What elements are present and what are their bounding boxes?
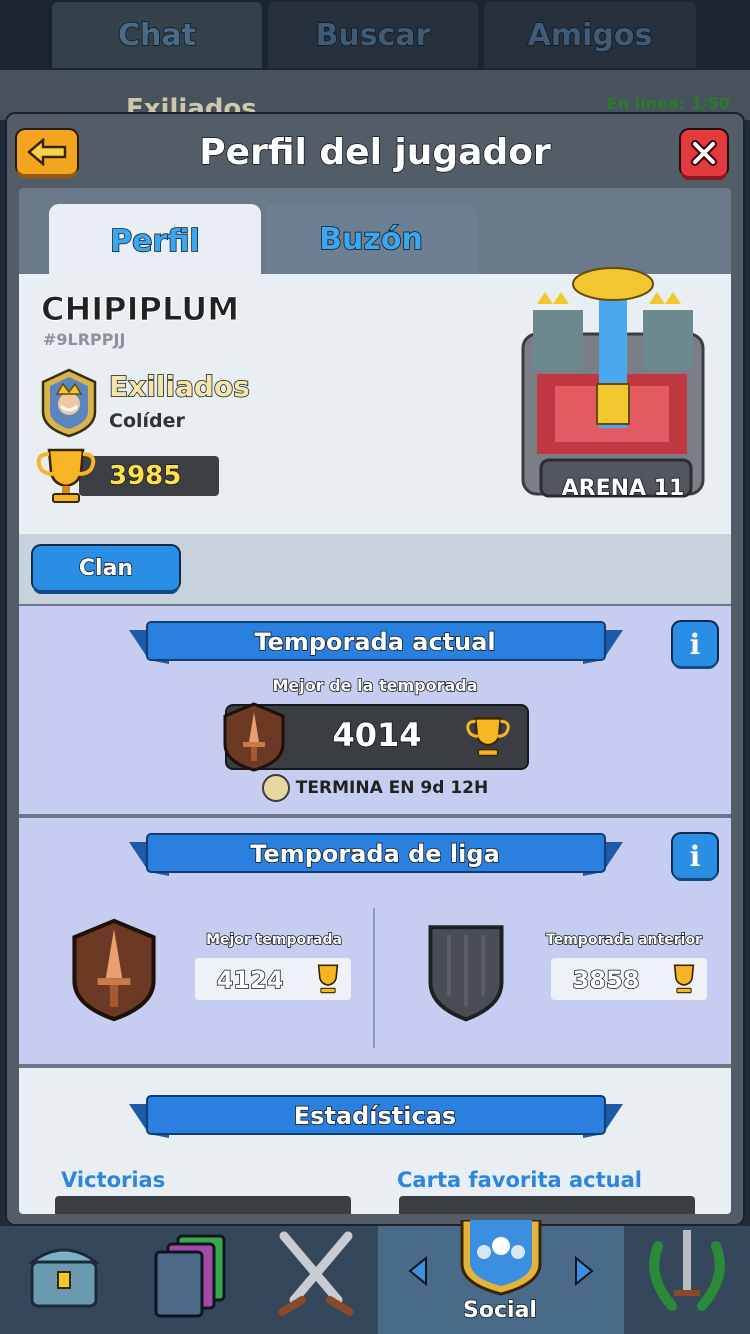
- arena-label: ARENA 11: [561, 475, 685, 502]
- player-profile-dialog: Perfil del jugador Perfil Buzón CHIPIPLU…: [5, 112, 745, 1226]
- league-divider: [373, 908, 375, 1048]
- stats-title: Estadísticas: [293, 1101, 457, 1131]
- info-icon: i: [689, 839, 701, 873]
- nav-shop[interactable]: [0, 1226, 128, 1334]
- dialog-title: Perfil del jugador: [199, 131, 552, 174]
- clan-button[interactable]: Clan: [33, 546, 179, 590]
- league-title: Temporada de liga: [249, 839, 500, 869]
- league-prev-value: 3858: [572, 965, 640, 995]
- league-prev-label: Temporada anterior: [545, 931, 702, 949]
- victorias-bar: [55, 1196, 351, 1214]
- close-button[interactable]: [681, 130, 727, 176]
- nav-cards[interactable]: [126, 1226, 254, 1334]
- trophy-icon: [36, 448, 96, 503]
- nav-battle[interactable]: [252, 1226, 380, 1334]
- online-count: En línea: 1/50: [606, 94, 730, 113]
- clan-name[interactable]: Exiliados: [108, 369, 250, 404]
- top-tab-bar: Chat Buscar Amigos: [0, 0, 750, 70]
- clock-icon: [261, 774, 290, 802]
- empty-league-badge-icon: [428, 925, 504, 1022]
- profile-card: CHIPIPLUM #9LRPPJJ Exiliados Colíder 398…: [19, 267, 731, 534]
- season-best-label: Mejor de la temporada: [272, 675, 479, 696]
- player-tag: #9LRPPJJ: [43, 330, 126, 349]
- trophy-count: 3985: [79, 456, 219, 496]
- clan-role: Colíder: [109, 410, 185, 432]
- arena-image: [521, 267, 705, 498]
- trophy-icon: [317, 964, 339, 994]
- tab-buscar[interactable]: Buscar: [268, 2, 478, 68]
- season-info-button[interactable]: i: [673, 622, 717, 666]
- fav-card-label: Carta favorita actual: [397, 1168, 642, 1192]
- season-ends-text: TERMINA EN 9d 12H: [295, 778, 489, 798]
- tab-perfil[interactable]: Perfil: [49, 204, 261, 278]
- nav-social-label: Social: [462, 1297, 537, 1324]
- trophy-icon: [673, 964, 695, 994]
- league-prev-box: 3858: [551, 958, 707, 1000]
- crossed-swords-icon: [278, 1231, 354, 1316]
- tab-amigos[interactable]: Amigos: [484, 2, 696, 68]
- right-arrow-icon: [575, 1256, 594, 1286]
- clan-badge-icon[interactable]: [39, 368, 99, 438]
- fav-card-bar: [399, 1196, 695, 1214]
- victorias-label: Victorias: [61, 1168, 166, 1192]
- sword-badge-icon: [72, 918, 156, 1022]
- nav-tournaments[interactable]: [624, 1226, 750, 1334]
- chest-icon: [27, 1248, 101, 1308]
- laurel-sword-icon: [649, 1230, 725, 1311]
- bottom-nav: Social: [0, 1220, 750, 1334]
- social-icon: [460, 1220, 542, 1296]
- league-best-label: Mejor temporada: [205, 931, 342, 949]
- league-info-button[interactable]: i: [673, 834, 717, 878]
- close-icon: [691, 140, 717, 166]
- league-season-section: Temporada de liga i Mejor temporada 4124: [19, 818, 731, 1064]
- season-best-box: 4014: [223, 702, 527, 772]
- league-best-box: 4124: [195, 958, 351, 1000]
- league-best-value: 4124: [216, 965, 284, 995]
- tab-buzon[interactable]: Buzón: [265, 204, 477, 274]
- current-season-section: Temporada actual i Mejor de la temporada…: [19, 606, 731, 814]
- info-icon: i: [689, 627, 701, 661]
- season-title: Temporada actual: [254, 627, 497, 657]
- player-name: CHIPIPLUM: [40, 290, 240, 329]
- cards-icon: [154, 1234, 226, 1318]
- profile-panel: Perfil Buzón CHIPIPLUM #9LRPPJJ Exiliado…: [19, 188, 731, 1214]
- clan-row: Clan: [19, 534, 731, 604]
- stats-section: Estadísticas Victorias Carta favorita ac…: [19, 1068, 731, 1214]
- tab-chat[interactable]: Chat: [52, 2, 262, 68]
- left-arrow-icon: [408, 1256, 427, 1286]
- season-ends: TERMINA EN 9d 12H: [19, 774, 731, 802]
- trophy-icon: [466, 717, 510, 757]
